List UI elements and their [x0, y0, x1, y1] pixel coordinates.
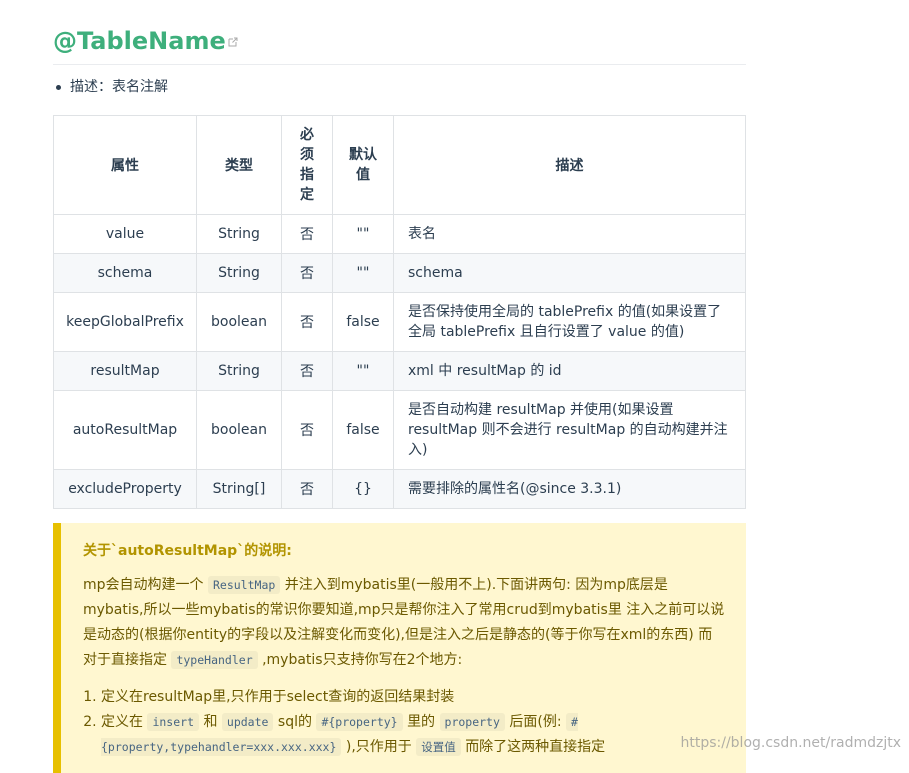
cell-required: 否	[281, 351, 333, 391]
header-attr: 属性	[53, 115, 197, 215]
header-type: 类型	[196, 115, 282, 215]
cell-desc: xml 中 resultMap 的 id	[393, 351, 746, 391]
cell-default: false	[332, 390, 394, 470]
inline-code: update	[221, 713, 274, 731]
inline-code: property	[439, 713, 505, 731]
cell-desc: 表名	[393, 214, 746, 254]
page-title-text: @TableName	[53, 27, 226, 55]
cell-required: 否	[281, 390, 333, 470]
cell-required: 否	[281, 469, 333, 509]
cell-type: String[]	[196, 469, 282, 509]
cell-attr: excludeProperty	[53, 469, 197, 509]
cell-default: ""	[332, 253, 394, 293]
table-row: schema String 否 "" schema	[53, 253, 746, 293]
inline-code: 设置值	[416, 738, 461, 756]
table-header-row: 属性 类型 必 须 指 定 默认 值 描述	[53, 115, 746, 215]
cell-type: String	[196, 214, 282, 254]
cell-required: 否	[281, 292, 333, 352]
table-row: keepGlobalPrefix boolean 否 false 是否保持使用全…	[53, 292, 746, 352]
header-required: 必 须 指 定	[281, 115, 333, 215]
cell-type: String	[196, 351, 282, 391]
inline-code: insert	[147, 713, 199, 731]
tip-block: 关于`autoResultMap`的说明: mp会自动构建一个 ResultMa…	[53, 523, 746, 773]
page-title: @TableName	[53, 26, 746, 65]
inline-code: #{property}	[316, 713, 403, 731]
tip-title: 关于`autoResultMap`的说明:	[83, 543, 292, 559]
cell-attr: keepGlobalPrefix	[53, 292, 197, 352]
cell-type: boolean	[196, 390, 282, 470]
cell-default: {}	[332, 469, 394, 509]
cell-desc: 是否自动构建 resultMap 并使用(如果设置 resultMap 则不会进…	[393, 390, 746, 470]
inline-code: ResultMap	[207, 576, 281, 594]
cell-desc: schema	[393, 253, 746, 293]
list-item: 定义在resultMap里,只作用于select查询的返回结果封装	[101, 685, 726, 710]
external-link-icon[interactable]	[228, 37, 238, 47]
tip-paragraph: mp会自动构建一个 ResultMap 并注入到mybatis里(一般用不上).…	[83, 576, 725, 669]
cell-attr: schema	[53, 253, 197, 293]
header-default: 默认 值	[332, 115, 394, 215]
header-desc: 描述	[393, 115, 746, 215]
cell-required: 否	[281, 253, 333, 293]
attribute-table: 属性 类型 必 须 指 定 默认 值 描述 value String 否 "" …	[53, 115, 746, 509]
cell-desc: 是否保持使用全局的 tablePrefix 的值(如果设置了全局 tablePr…	[393, 292, 746, 352]
tip-list: 定义在resultMap里,只作用于select查询的返回结果封装 定义在 in…	[83, 685, 726, 760]
table-row: autoResultMap boolean 否 false 是否自动构建 res…	[53, 390, 746, 470]
cell-default: ""	[332, 214, 394, 254]
intro-item: 描述：表名注解	[56, 79, 168, 95]
cell-type: String	[196, 253, 282, 293]
cell-attr: value	[53, 214, 197, 254]
table-row: value String 否 "" 表名	[53, 214, 746, 254]
intro-list: 描述：表名注解	[53, 77, 168, 97]
cell-attr: autoResultMap	[53, 390, 197, 470]
watermark: https://blog.csdn.net/radmdzjtx	[680, 735, 901, 751]
cell-desc: 需要排除的属性名(@since 3.3.1)	[393, 469, 746, 509]
list-item: 定义在 insert 和 update sql的 #{property} 里的 …	[101, 710, 726, 760]
inline-code: typeHandler	[171, 651, 258, 669]
cell-default: false	[332, 292, 394, 352]
table-row: excludeProperty String[] 否 {} 需要排除的属性名(@…	[53, 469, 746, 509]
cell-required: 否	[281, 214, 333, 254]
table-row: resultMap String 否 "" xml 中 resultMap 的 …	[53, 351, 746, 391]
cell-default: ""	[332, 351, 394, 391]
cell-type: boolean	[196, 292, 282, 352]
cell-attr: resultMap	[53, 351, 197, 391]
